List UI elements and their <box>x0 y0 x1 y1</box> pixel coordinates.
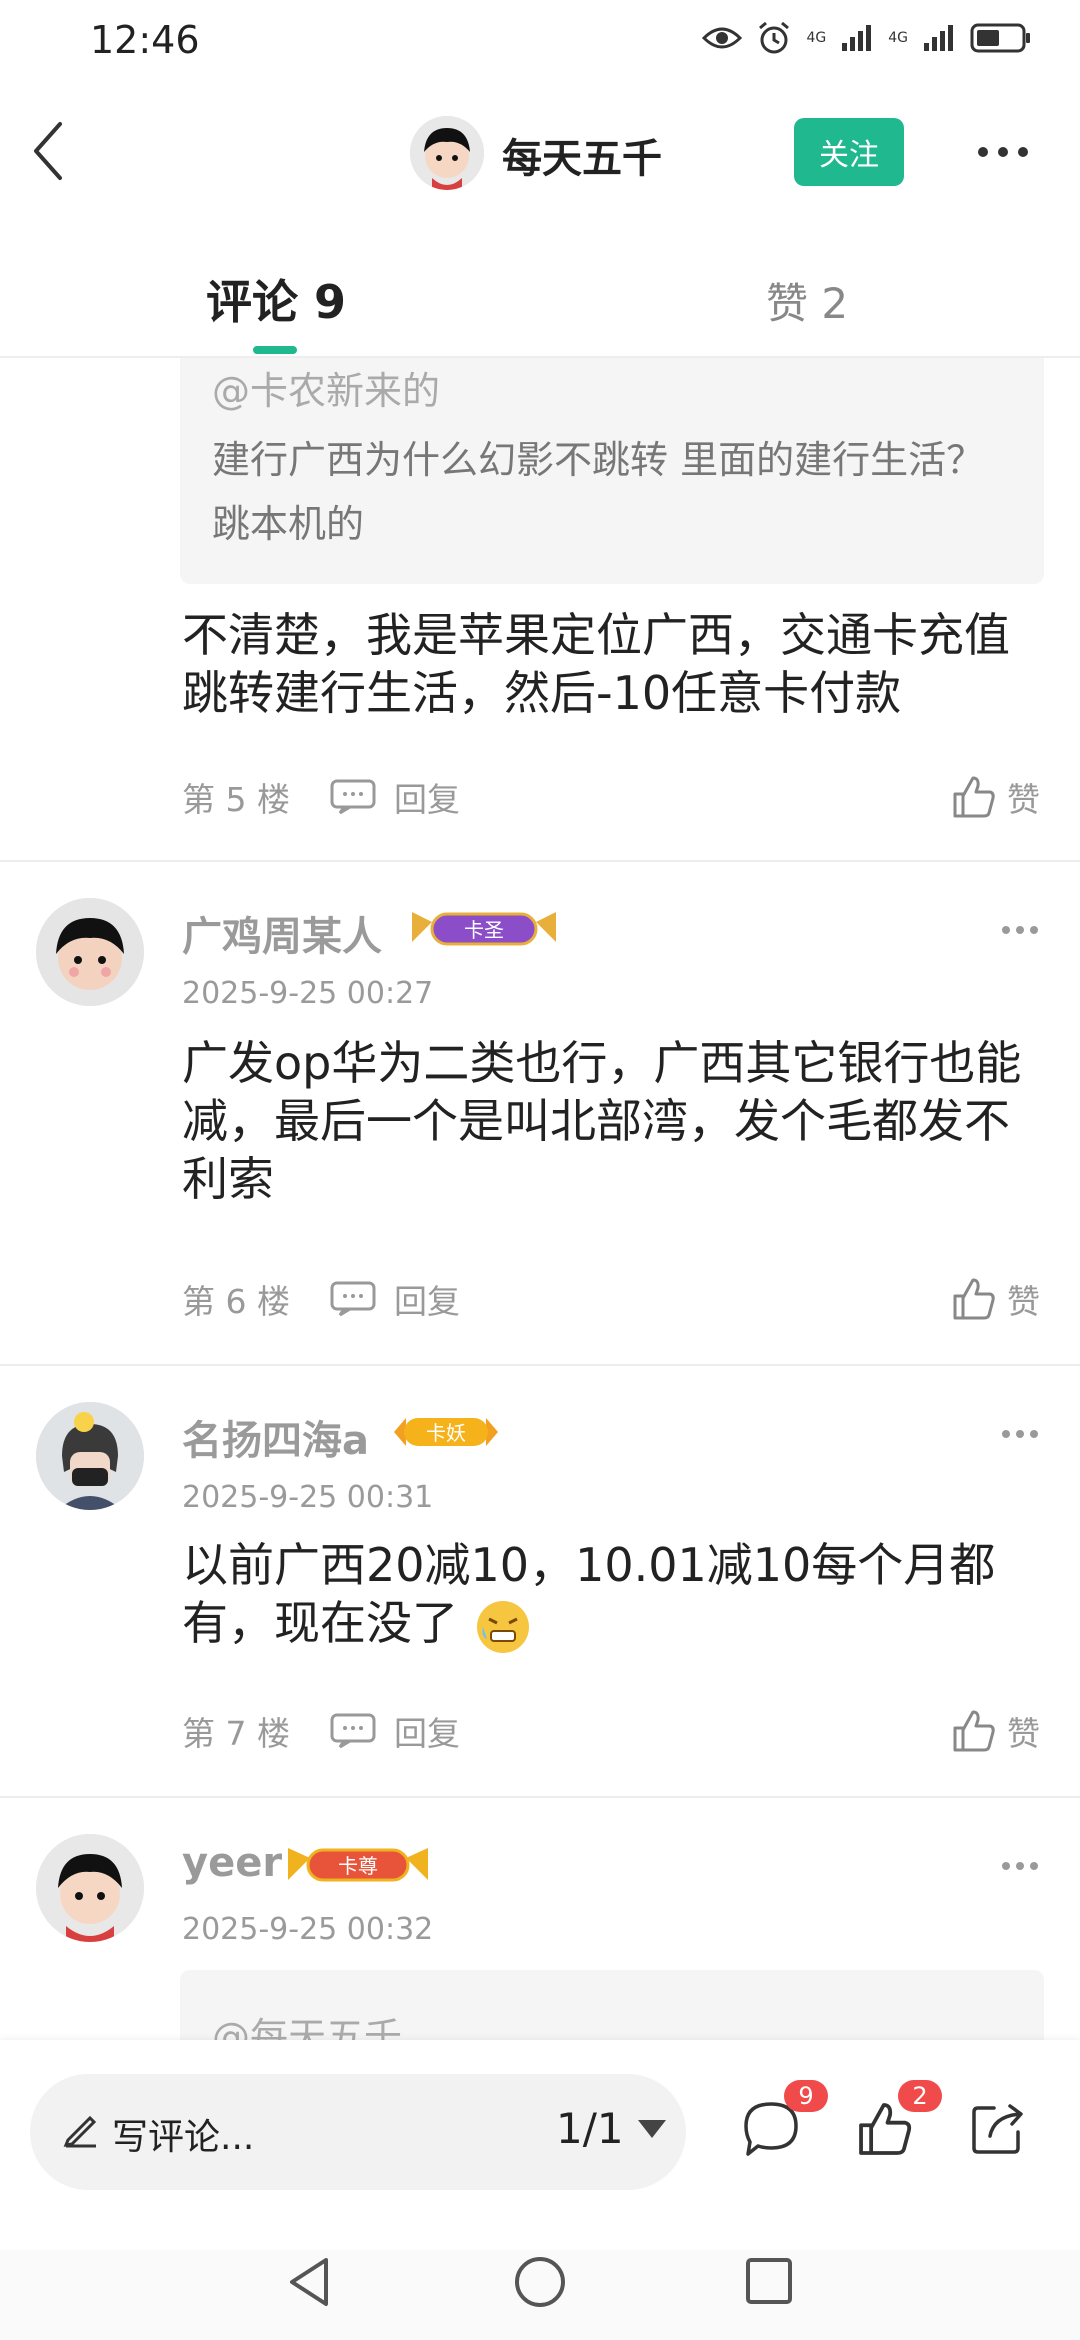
comment-meta: 第 6 楼 回复 <box>182 1274 460 1324</box>
signal-icon-2 <box>924 25 953 51</box>
tab-likes[interactable]: 赞 2 <box>766 270 848 331</box>
comment-date: 2025-9-25 00:27 <box>182 976 434 1011</box>
rank-badge-text: 卡圣 <box>464 918 504 942</box>
reply-button[interactable]: 回复 <box>394 773 460 821</box>
thumbs-up-icon <box>953 1278 995 1320</box>
pencil-icon <box>63 2115 97 2148</box>
floor-number: 第 5 楼 <box>182 780 290 819</box>
battery-icon <box>970 23 1030 53</box>
more-options-icon[interactable] <box>978 145 1038 159</box>
like-count-badge: 2 <box>898 2080 942 2112</box>
reply-button[interactable]: 回复 <box>394 1275 460 1323</box>
floor-number: 第 7 楼 <box>182 1714 290 1753</box>
comment-text: 广发op华为二类也行，广西其它银行也能减，最后一个是叫北部湾，发个毛都发不利索 <box>182 1036 1022 1206</box>
rank-badge: 卡圣 <box>412 912 556 946</box>
like-button[interactable]: 赞 <box>951 772 1040 822</box>
like-label: 赞 <box>1007 1714 1040 1753</box>
like-label: 赞 <box>1007 780 1040 819</box>
eye-icon <box>702 27 743 49</box>
rank-badge-text: 卡尊 <box>338 1854 378 1878</box>
comment-divider <box>0 1796 1080 1798</box>
username[interactable]: 名扬四海a <box>182 1408 369 1466</box>
quoted-user[interactable]: @卡农新来的 <box>212 360 440 415</box>
like-button[interactable]: 赞 <box>951 1274 1040 1324</box>
comment-date: 2025-9-25 00:32 <box>182 1912 434 1947</box>
rank-badge: 卡妖 <box>394 1418 498 1446</box>
nav-recents-icon[interactable] <box>744 2256 794 2306</box>
comment-more-icon[interactable] <box>1002 926 1038 934</box>
comment-more-icon[interactable] <box>1002 1862 1038 1870</box>
user-avatar[interactable] <box>36 1402 144 1510</box>
thumbs-up-icon <box>953 1710 995 1752</box>
user-avatar[interactable] <box>36 898 144 1006</box>
write-comment-placeholder[interactable]: 写评论... <box>112 2108 254 2160</box>
comment-date: 2025-9-25 00:31 <box>182 1480 434 1515</box>
reply-icon[interactable] <box>330 1281 376 1317</box>
rank-badge-text: 卡妖 <box>426 1421 466 1445</box>
username[interactable]: 广鸡周某人 <box>182 904 382 962</box>
like-button[interactable]: 赞 <box>951 1706 1040 1756</box>
comment-text: 以前广西20减10，10.01减10每个月都有，现在没了 <box>182 1536 1052 1657</box>
comment-text-body: 以前广西20减10，10.01减10每个月都有，现在没了 <box>182 1538 996 1650</box>
back-arrow-icon[interactable] <box>28 116 68 186</box>
comment-more-icon[interactable] <box>1002 1430 1038 1438</box>
follow-button[interactable]: 关注 <box>794 118 904 186</box>
comment-meta: 第 5 楼 回复 <box>182 772 460 822</box>
signal-label-2: 4G <box>888 30 908 46</box>
comment-text: 不清楚，我是苹果定位广西，交通卡充值跳转建行生活，然后-10任意卡付款 <box>182 608 1010 720</box>
nav-back-icon[interactable] <box>284 2254 334 2310</box>
alarm-icon <box>759 21 790 54</box>
comment-count-badge: 9 <box>784 2080 828 2112</box>
reply-icon[interactable] <box>330 1713 376 1749</box>
tab-active-indicator <box>253 346 297 354</box>
reply-button[interactable]: 回复 <box>394 1707 460 1755</box>
comment-divider <box>0 1364 1080 1366</box>
grimace-emoji-icon <box>476 1600 529 1653</box>
quoted-text: 建行广西为什么幻影不跳转 里面的建行生活？ 跳本机的 <box>212 438 1023 546</box>
page-dropdown-icon[interactable] <box>638 2120 666 2138</box>
reply-icon[interactable] <box>330 779 376 815</box>
page-indicator[interactable]: 1/1 <box>556 2104 624 2153</box>
signal-icon <box>842 25 872 51</box>
status-time: 12:46 <box>90 18 200 62</box>
status-bar: 12:46 4G 4G <box>0 0 1080 86</box>
comment-meta: 第 7 楼 回复 <box>182 1706 460 1756</box>
username[interactable]: yeer <box>182 1840 282 1886</box>
page-title: 每天五千 <box>502 136 662 182</box>
author-avatar[interactable] <box>410 116 484 190</box>
thumbs-up-icon <box>953 776 995 818</box>
floor-number: 第 6 楼 <box>182 1282 290 1321</box>
nav-home-icon[interactable] <box>512 2254 568 2310</box>
share-icon[interactable] <box>968 2098 1028 2158</box>
tab-comments[interactable]: 评论 9 <box>206 266 346 332</box>
rank-badge: 卡尊 <box>288 1848 428 1882</box>
signal-label-1: 4G <box>806 30 827 46</box>
user-avatar[interactable] <box>36 1834 144 1942</box>
comment-divider <box>0 860 1080 862</box>
like-label: 赞 <box>1007 1282 1040 1321</box>
status-icons: 4G 4G <box>702 20 1032 56</box>
